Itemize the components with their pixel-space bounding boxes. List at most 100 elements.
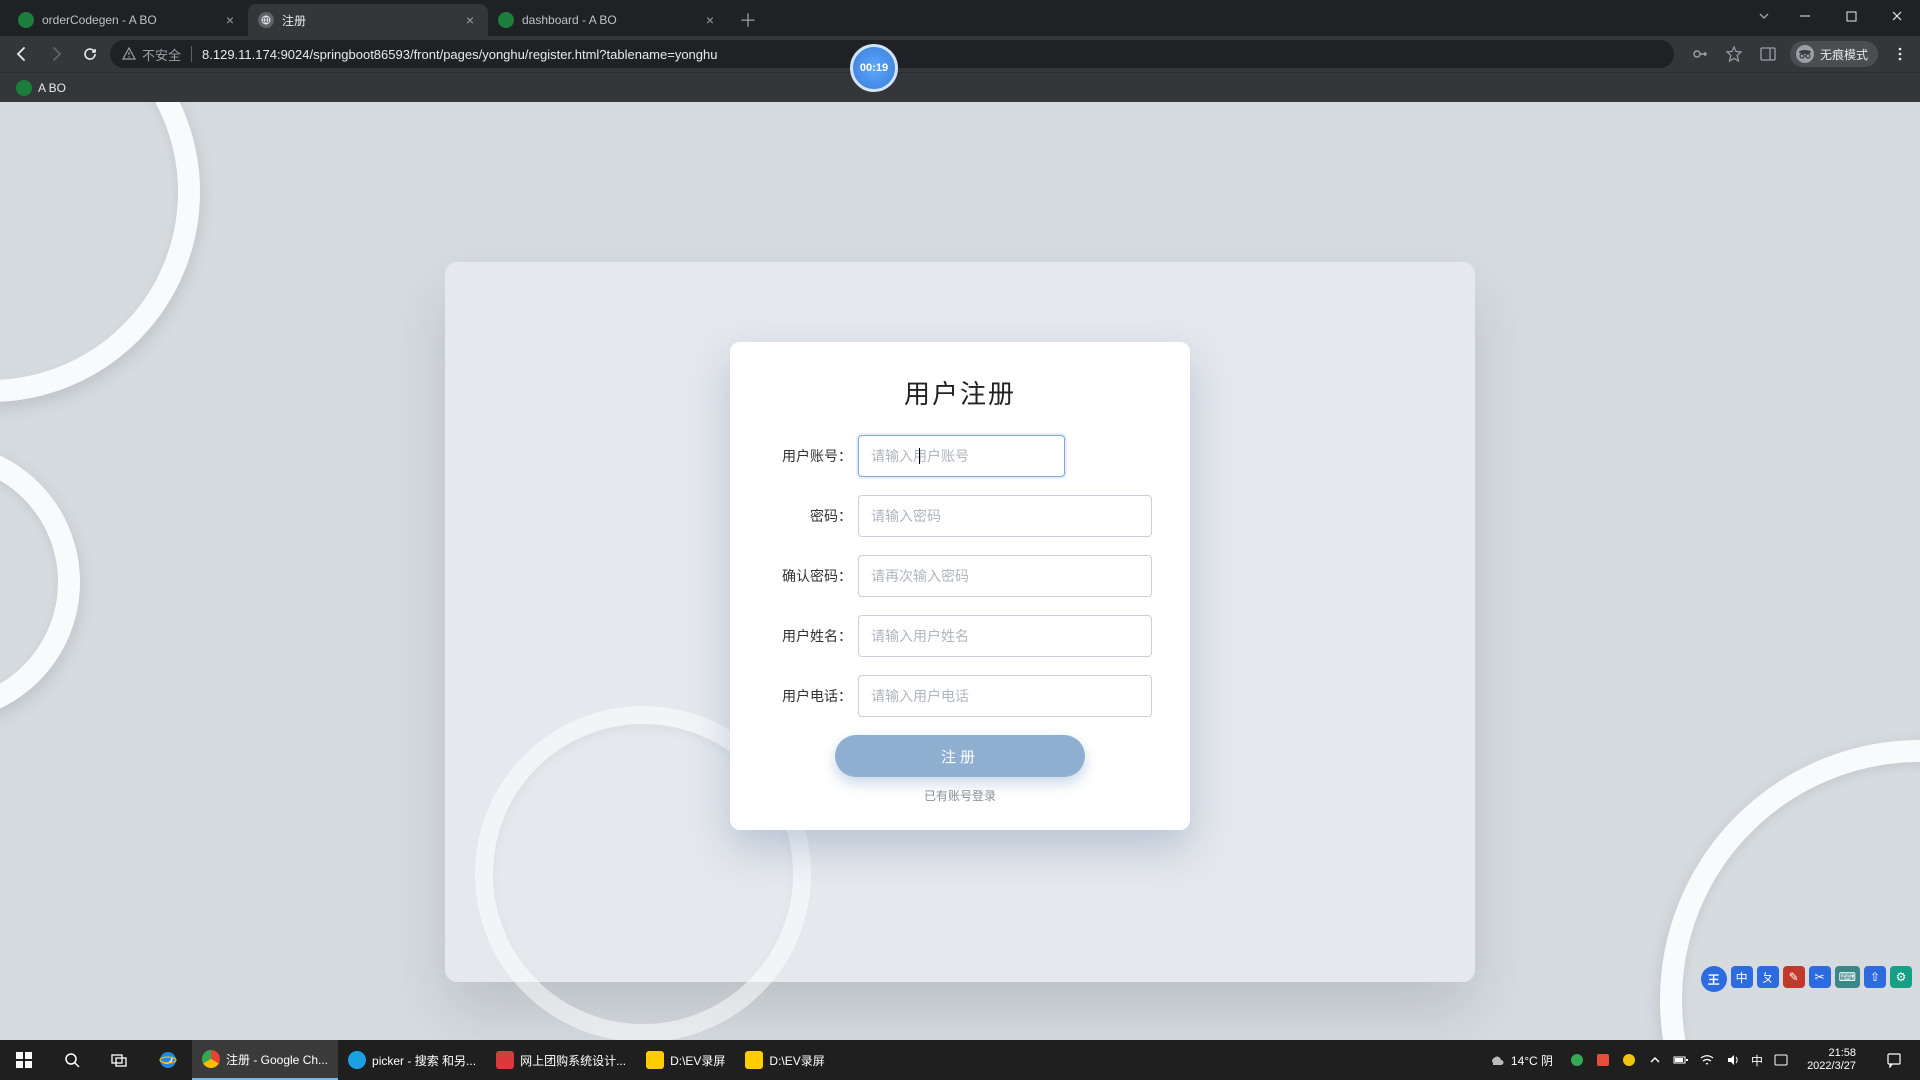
clock-date: 2022/3/27 xyxy=(1807,1060,1856,1073)
tab-title: dashboard - A BO xyxy=(522,13,694,27)
login-link[interactable]: 已有账号登录 xyxy=(768,787,1152,804)
account-input-wrap xyxy=(858,435,1152,477)
weather-text: 14°C 阴 xyxy=(1511,1052,1553,1069)
taskbar-app-explorer[interactable]: D:\EV录屏 xyxy=(636,1040,735,1080)
wifi-icon[interactable] xyxy=(1699,1052,1715,1068)
ie-pinned-icon[interactable] xyxy=(144,1040,192,1080)
window-close-button[interactable] xyxy=(1874,0,1920,32)
chrome-icon xyxy=(202,1050,220,1068)
omnibox-separator xyxy=(191,46,192,62)
phone-label: 用户电话： xyxy=(768,686,858,706)
ime-mode-icon[interactable] xyxy=(1773,1052,1789,1068)
recording-timer-badge: 00:19 xyxy=(850,44,898,92)
field-row-password: 密码： xyxy=(768,495,1152,537)
nav-back-button[interactable] xyxy=(8,40,36,68)
ime-chip[interactable]: ✂ xyxy=(1809,966,1831,988)
volume-icon[interactable] xyxy=(1725,1052,1741,1068)
battery-icon[interactable] xyxy=(1673,1052,1689,1068)
confirm-input[interactable] xyxy=(858,555,1152,597)
tray-chevron-up-icon[interactable] xyxy=(1647,1052,1663,1068)
nav-forward-button[interactable] xyxy=(42,40,70,68)
weather-widget[interactable]: 14°C 阴 xyxy=(1489,1052,1553,1069)
phone-input[interactable] xyxy=(858,675,1152,717)
name-label: 用户姓名： xyxy=(768,626,858,646)
taskbar-app-label: picker - 搜索 和另... xyxy=(372,1052,476,1069)
taskbar-app-explorer[interactable]: D:\EV录屏 xyxy=(735,1040,834,1080)
bookmark-label: A BO xyxy=(38,81,66,95)
incognito-label: 无痕模式 xyxy=(1820,46,1868,63)
system-tray: 14°C 阴 中 21:58 2022/3/27 xyxy=(1489,1047,1920,1072)
register-card: 用户注册 用户账号： 密码： 确认密码： 用户姓名： 用户电话： 注册 已有账号… xyxy=(730,342,1190,830)
taskbar-app-label: D:\EV录屏 xyxy=(670,1052,725,1069)
register-button[interactable]: 注册 xyxy=(835,735,1085,777)
page-viewport: 用户注册 用户账号： 密码： 确认密码： 用户姓名： 用户电话： 注册 已有账号… xyxy=(0,102,1920,1040)
toolbar-actions: 无痕模式 xyxy=(1688,41,1912,67)
password-label: 密码： xyxy=(768,506,858,526)
edge-icon xyxy=(348,1051,366,1069)
timer-value: 00:19 xyxy=(860,62,888,74)
url-text: 8.129.11.174:9024/springboot86593/front/… xyxy=(202,47,717,62)
bookmark-favicon-icon xyxy=(16,80,32,96)
password-input[interactable] xyxy=(858,495,1152,537)
ime-chip[interactable]: ⇧ xyxy=(1864,966,1886,988)
bookmark-star-icon[interactable] xyxy=(1722,42,1746,66)
browser-tab-active[interactable]: 注册 × xyxy=(248,4,488,36)
tab-title: 注册 xyxy=(282,12,454,29)
field-row-name: 用户姓名： xyxy=(768,615,1152,657)
ime-chip[interactable]: ✎ xyxy=(1783,966,1805,988)
nav-reload-button[interactable] xyxy=(76,40,104,68)
name-input[interactable] xyxy=(858,615,1152,657)
tab-search-icon[interactable] xyxy=(1746,0,1782,32)
tab-favicon-icon xyxy=(258,12,274,28)
taskbar-app-edge[interactable]: picker - 搜索 和另... xyxy=(338,1040,486,1080)
ime-chip[interactable]: ⌨ xyxy=(1835,966,1860,988)
background-decoration xyxy=(1660,740,1920,1040)
tab-favicon-icon xyxy=(18,12,34,28)
search-button[interactable] xyxy=(48,1040,96,1080)
password-key-icon[interactable] xyxy=(1688,42,1712,66)
taskbar-clock[interactable]: 21:58 2022/3/27 xyxy=(1799,1047,1864,1072)
incognito-icon xyxy=(1796,45,1814,63)
taskbar-app-chrome[interactable]: 注册 - Google Ch... xyxy=(192,1040,338,1080)
site-security-icon[interactable]: 不安全 xyxy=(122,45,181,64)
tray-app-icon[interactable] xyxy=(1595,1052,1611,1068)
start-button[interactable] xyxy=(0,1040,48,1080)
ime-chip[interactable]: 中 xyxy=(1731,966,1753,988)
account-label: 用户账号： xyxy=(768,446,858,466)
clock-time: 21:58 xyxy=(1807,1047,1856,1060)
tab-close-icon[interactable]: × xyxy=(702,12,718,28)
security-label: 不安全 xyxy=(142,45,181,64)
bookmark-item[interactable]: A BO xyxy=(10,76,72,100)
account-input[interactable] xyxy=(858,435,1065,477)
background-decoration xyxy=(0,102,200,402)
tab-close-icon[interactable]: × xyxy=(222,12,238,28)
tray-app-icon[interactable] xyxy=(1569,1052,1585,1068)
tab-title: orderCodegen - A BO xyxy=(42,13,214,27)
taskbar-app-label: 网上团购系统设计... xyxy=(520,1052,626,1069)
window-maximize-button[interactable] xyxy=(1828,0,1874,32)
action-center-button[interactable] xyxy=(1874,1052,1914,1068)
wps-icon xyxy=(496,1051,514,1069)
browser-tab[interactable]: orderCodegen - A BO × xyxy=(8,4,248,36)
folder-icon xyxy=(646,1051,664,1069)
ime-chip[interactable]: ㄆ xyxy=(1757,966,1779,988)
browser-menu-icon[interactable] xyxy=(1888,42,1912,66)
form-title: 用户注册 xyxy=(768,374,1152,411)
task-view-button[interactable] xyxy=(96,1040,144,1080)
side-panel-icon[interactable] xyxy=(1756,42,1780,66)
new-tab-button[interactable]: ＋ xyxy=(734,6,762,34)
ime-indicator[interactable]: 中 xyxy=(1751,1052,1763,1069)
ime-chip[interactable]: 王 xyxy=(1701,966,1727,992)
weather-icon xyxy=(1489,1052,1505,1068)
taskbar-app-label: 注册 - Google Ch... xyxy=(226,1051,328,1068)
bookmarks-bar: A BO xyxy=(0,72,1920,102)
taskbar-app-wps[interactable]: 网上团购系统设计... xyxy=(486,1040,636,1080)
tab-close-icon[interactable]: × xyxy=(462,12,478,28)
tray-app-icon[interactable] xyxy=(1621,1052,1637,1068)
browser-tab[interactable]: dashboard - A BO × xyxy=(488,4,728,36)
incognito-indicator[interactable]: 无痕模式 xyxy=(1790,41,1878,67)
field-row-account: 用户账号： xyxy=(768,435,1152,477)
window-minimize-button[interactable] xyxy=(1782,0,1828,32)
field-row-confirm: 确认密码： xyxy=(768,555,1152,597)
ime-chip[interactable]: ⚙ xyxy=(1890,966,1912,988)
